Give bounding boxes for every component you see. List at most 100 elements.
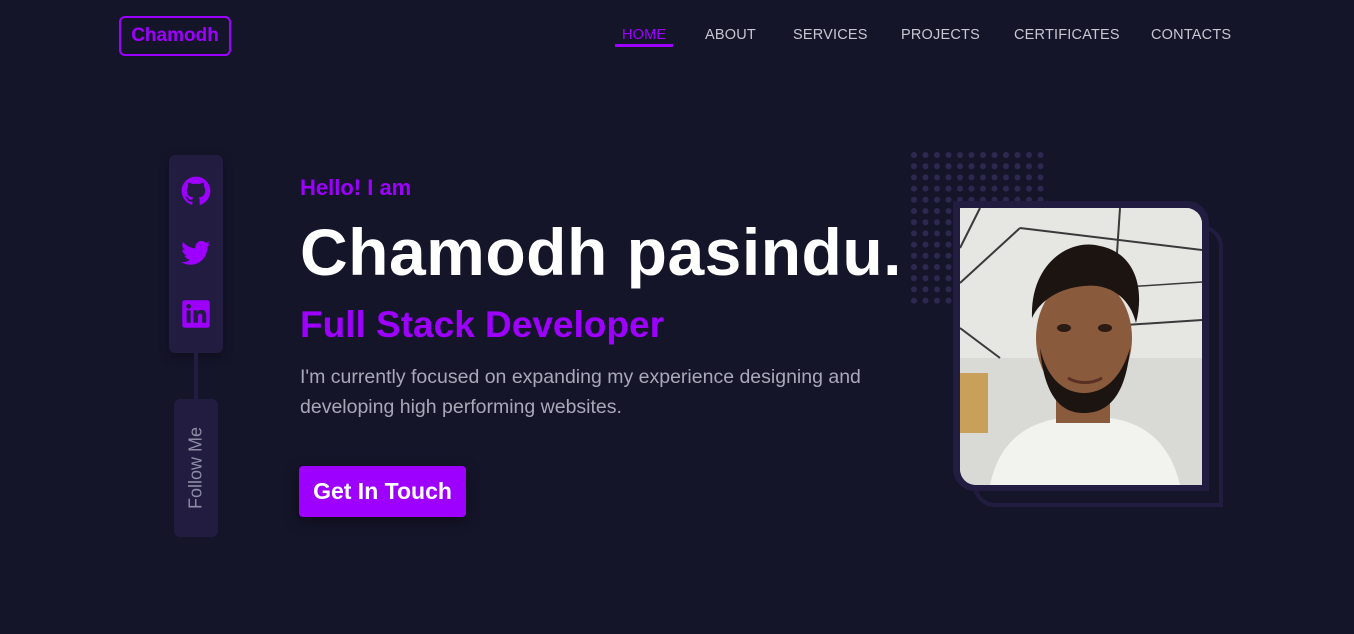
pattern-dot (1014, 163, 1021, 170)
pattern-dot (911, 252, 917, 259)
hero-role: Full Stack Developer (300, 304, 664, 345)
pattern-dot (1037, 152, 1044, 158)
pattern-dot (1014, 174, 1021, 181)
pattern-dot (934, 185, 940, 192)
pattern-dot (911, 275, 917, 282)
pattern-dot (934, 152, 940, 158)
pattern-dot (911, 286, 917, 293)
pattern-dot (922, 252, 929, 259)
pattern-dot (1026, 185, 1032, 192)
pattern-dot (922, 286, 929, 293)
pattern-dot (922, 219, 929, 226)
pattern-dot (911, 174, 917, 181)
nav-certificates[interactable]: CERTIFICATES (1014, 27, 1120, 43)
pattern-dot (945, 185, 952, 192)
pattern-dot (945, 219, 952, 226)
pattern-dot (922, 196, 929, 203)
social-links-panel (169, 155, 223, 353)
pattern-dot (957, 174, 963, 181)
pattern-dot (934, 196, 940, 203)
pattern-dot (911, 208, 917, 214)
portfolio-page: Chamodh HOME ABOUT SERVICES PROJECTS CER… (0, 0, 1354, 634)
pattern-dot (922, 230, 929, 237)
pattern-dot (945, 163, 952, 170)
pattern-dot (1003, 185, 1009, 192)
pattern-dot (911, 219, 917, 226)
pattern-dot (980, 185, 986, 192)
site-logo[interactable]: Chamodh (119, 16, 231, 56)
pattern-dot (945, 275, 952, 282)
pattern-dot (934, 230, 940, 237)
pattern-dot (957, 163, 963, 170)
pattern-dot (1026, 152, 1032, 158)
pattern-dot (1003, 174, 1009, 181)
nav-projects[interactable]: PROJECTS (901, 27, 980, 43)
social-connector-line (194, 353, 198, 399)
hero-description: I'm currently focused on expanding my ex… (300, 366, 861, 418)
nav-home[interactable]: HOME (615, 27, 673, 47)
pattern-dot (934, 286, 940, 293)
pattern-dot (1003, 163, 1009, 170)
pattern-dot (934, 163, 940, 170)
pattern-dot (922, 185, 929, 192)
pattern-dot (945, 241, 952, 248)
profile-photo (960, 208, 1202, 485)
hero-name: Chamodh pasindu. (300, 215, 902, 289)
pattern-dot (945, 152, 952, 158)
get-in-touch-button[interactable]: Get In Touch (299, 466, 466, 517)
pattern-dot (1037, 174, 1044, 181)
pattern-dot (911, 163, 917, 170)
pattern-dot (968, 185, 975, 192)
pattern-dot (911, 230, 917, 237)
pattern-dot (1037, 163, 1044, 170)
pattern-dot (922, 241, 929, 248)
pattern-dot (911, 241, 917, 248)
pattern-dot (922, 174, 929, 181)
pattern-dot (922, 208, 929, 214)
github-icon[interactable] (181, 176, 211, 206)
pattern-dot (1026, 163, 1032, 170)
nav-active-underline (615, 44, 673, 47)
pattern-dot (911, 196, 917, 203)
follow-me-panel: Follow Me (174, 399, 218, 537)
nav-home-label: HOME (622, 27, 667, 43)
pattern-dot (934, 219, 940, 226)
pattern-dot (968, 152, 975, 158)
pattern-dot (945, 208, 952, 214)
pattern-dot (1014, 185, 1021, 192)
pattern-dot (922, 275, 929, 282)
pattern-dot (1003, 152, 1009, 158)
pattern-dot (945, 196, 952, 203)
pattern-dot (945, 252, 952, 259)
pattern-dot (911, 185, 917, 192)
pattern-dot (922, 152, 929, 158)
pattern-dot (968, 174, 975, 181)
twitter-icon[interactable] (181, 238, 211, 268)
pattern-dot (922, 297, 929, 304)
pattern-dot (991, 174, 998, 181)
pattern-dot (945, 297, 952, 304)
nav-services[interactable]: SERVICES (793, 27, 868, 43)
pattern-dot (945, 264, 952, 270)
pattern-dot (945, 174, 952, 181)
pattern-dot (980, 163, 986, 170)
pattern-dot (957, 152, 963, 158)
pattern-dot (991, 163, 998, 170)
pattern-dot (934, 297, 940, 304)
pattern-dot (980, 152, 986, 158)
pattern-dot (934, 174, 940, 181)
pattern-dot (911, 297, 917, 304)
nav-about[interactable]: ABOUT (705, 27, 756, 43)
pattern-dot (1026, 174, 1032, 181)
pattern-dot (911, 152, 917, 158)
pattern-dot (934, 241, 940, 248)
pattern-dot (922, 163, 929, 170)
pattern-dot (957, 185, 963, 192)
pattern-dot (945, 286, 952, 293)
linkedin-icon[interactable] (181, 299, 211, 329)
pattern-dot (934, 252, 940, 259)
pattern-dot (991, 152, 998, 158)
pattern-dot (991, 185, 998, 192)
pattern-dot (922, 264, 929, 270)
nav-contacts[interactable]: CONTACTS (1151, 27, 1231, 43)
